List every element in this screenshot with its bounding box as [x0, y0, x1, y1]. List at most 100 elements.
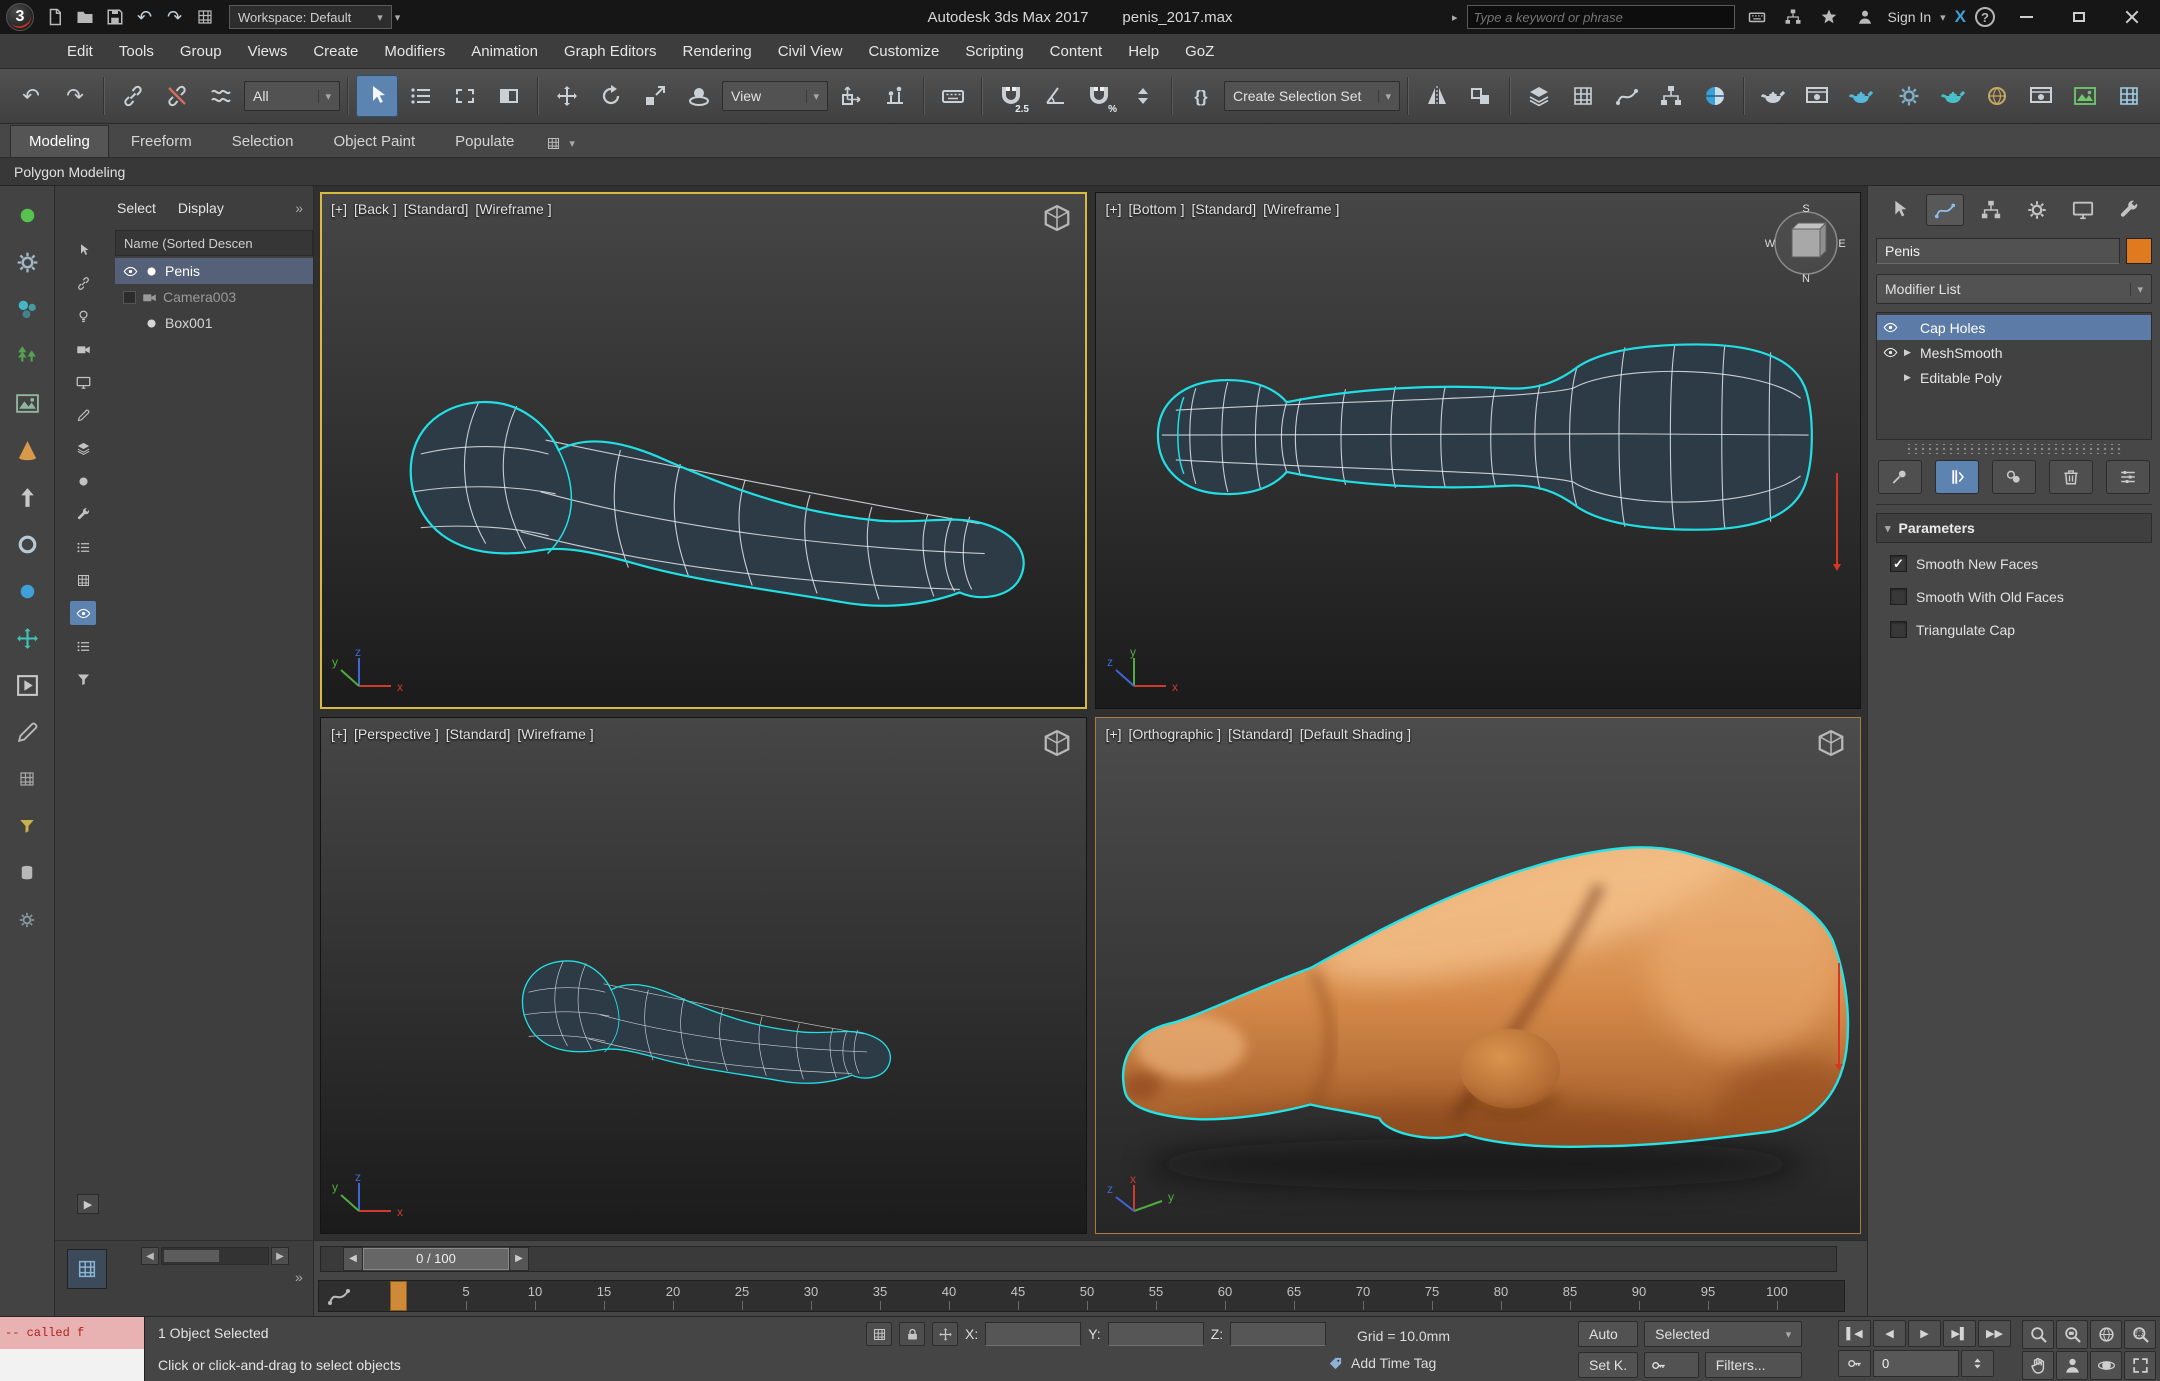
snaps-toggle[interactable]: 2.5	[990, 75, 1032, 117]
zoom-extents-button[interactable]	[2090, 1320, 2122, 1349]
modifier-eye-icon[interactable]	[1883, 345, 1898, 360]
select-and-manipulate-button[interactable]	[874, 75, 916, 117]
viewport-shading-menu[interactable]: [Default Shading ]	[1300, 726, 1411, 742]
modify-tab-icon[interactable]	[1926, 194, 1964, 226]
key-filters-button[interactable]: Filters...	[1704, 1352, 1803, 1378]
next-frame-arrow[interactable]: ▶	[509, 1246, 529, 1271]
tab-freeform[interactable]: Freeform	[113, 126, 210, 157]
rectangular-selection-region-button[interactable]	[444, 75, 486, 117]
maximize-button[interactable]	[2057, 3, 2101, 31]
viewport-shading-menu[interactable]: [Wireframe ]	[1263, 201, 1339, 217]
configure-modifier-sets-button[interactable]	[2106, 460, 2150, 494]
select-and-rotate-button[interactable]	[590, 75, 632, 117]
menu-item[interactable]: Help	[1115, 36, 1172, 67]
grid-pencil-icon[interactable]	[9, 715, 45, 749]
viewport-general-menu[interactable]: [+]	[1106, 201, 1122, 217]
viewcube-mini-icon[interactable]	[1042, 728, 1072, 758]
curve-editor-button[interactable]	[1606, 75, 1648, 117]
viewport-orthographic[interactable]: [+] [Orthographic ] [Standard] [Default …	[1094, 717, 1861, 1234]
checkbox-box[interactable]	[1890, 621, 1907, 638]
keyboard-shortcut-override-toggle[interactable]	[932, 75, 974, 117]
scrollbar-track[interactable]	[161, 1247, 269, 1265]
ribbon-toggle[interactable]	[1562, 75, 1604, 117]
material-editor-button[interactable]	[1694, 75, 1736, 117]
select-and-link-icon[interactable]	[112, 75, 154, 117]
explorer-h-scrollbar[interactable]: ◀ ▶	[141, 1247, 289, 1265]
menu-item[interactable]: Rendering	[669, 36, 764, 67]
sphere-icon[interactable]	[9, 198, 45, 232]
link-icon[interactable]	[70, 271, 96, 295]
zoom-region-button[interactable]	[2124, 1320, 2156, 1349]
scroll-right-icon[interactable]: ▶	[271, 1247, 289, 1265]
spinner-snap-toggle[interactable]	[1122, 75, 1164, 117]
filter-funnel-icon[interactable]	[70, 667, 96, 691]
redo-button[interactable]: ↷	[54, 75, 96, 117]
layer-explorer-toggle[interactable]	[1518, 75, 1560, 117]
monitor-icon[interactable]	[70, 370, 96, 394]
viewport-standard-menu[interactable]: [Standard]	[1192, 201, 1257, 217]
percent-snap-toggle[interactable]: %	[1078, 75, 1120, 117]
menu-item[interactable]: Modifiers	[371, 36, 458, 67]
arrow-up-icon[interactable]	[9, 480, 45, 514]
scene-explorer-grid-icon[interactable]	[67, 1249, 107, 1289]
motion-tab-icon[interactable]	[2018, 194, 2056, 226]
viewport-pov-menu[interactable]: [Perspective ]	[354, 726, 439, 742]
viewport-shading-menu[interactable]: [Wireframe ]	[475, 201, 551, 217]
explorer-row-box001[interactable]: Box001	[115, 310, 313, 336]
make-unique-button[interactable]	[1992, 460, 2036, 494]
move-cross-icon[interactable]	[9, 621, 45, 655]
create-tab-icon[interactable]	[1880, 194, 1918, 226]
workspace-dropdown[interactable]: Workspace: Default ▾	[229, 5, 392, 29]
checkbox-box[interactable]: ✓	[1890, 555, 1907, 572]
maxscript-mini-listener[interactable]: -- called f	[0, 1317, 145, 1381]
menu-item[interactable]: Scripting	[952, 36, 1036, 67]
mini-curve-editor-icon[interactable]	[326, 1284, 352, 1308]
viewport-standard-menu[interactable]: [Standard]	[1228, 726, 1293, 742]
stack-resize-grip[interactable]	[1906, 444, 2122, 454]
explorer-expand-button[interactable]: ▶	[77, 1194, 99, 1214]
viewport-shading-menu[interactable]: [Wireframe ]	[517, 726, 593, 742]
ribbon-config-icon[interactable]	[546, 136, 561, 151]
viewcube[interactable]: S W E N	[1762, 199, 1850, 287]
close-button[interactable]	[2110, 3, 2154, 31]
select-object-button[interactable]	[356, 75, 398, 117]
explorer-tab-display[interactable]: Display	[178, 200, 224, 216]
stack-row-cap-holes[interactable]: Cap Holes	[1877, 315, 2151, 340]
reference-coordinate-dropdown[interactable]: View ▾	[722, 81, 828, 111]
funnel-icon[interactable]	[9, 809, 45, 843]
named-selection-set-dropdown[interactable]: Create Selection Set ▾	[1224, 81, 1400, 111]
align-button[interactable]	[1460, 75, 1502, 117]
exchange-icon[interactable]: X	[1955, 7, 1966, 27]
select-and-scale-button[interactable]	[634, 75, 676, 117]
menu-item[interactable]: Tools	[106, 36, 167, 67]
walk-through-button[interactable]	[2056, 1351, 2088, 1380]
geometry-sphere-icon[interactable]	[70, 469, 96, 493]
viewport-standard-menu[interactable]: [Standard]	[446, 726, 511, 742]
previous-frame-button[interactable]: ◀	[1873, 1320, 1906, 1347]
add-time-tag[interactable]: Add Time Tag	[1328, 1355, 1436, 1371]
checkbox-box[interactable]	[1890, 588, 1907, 605]
layers-icon[interactable]	[70, 436, 96, 460]
isolate-selection-toggle[interactable]	[866, 1322, 892, 1346]
z-coordinate-field[interactable]	[1230, 1322, 1327, 1346]
user-icon[interactable]	[1852, 4, 1879, 30]
minimize-button[interactable]	[2004, 3, 2048, 31]
gear-icon[interactable]	[9, 245, 45, 279]
set-key-button[interactable]: Set K.	[1578, 1352, 1639, 1378]
time-slider-thumb[interactable]: ◀ 0 / 100 ▶	[343, 1246, 529, 1271]
viewport-pov-menu[interactable]: [Back ]	[354, 201, 397, 217]
checkbox-smooth-new-faces[interactable]: ✓ Smooth New Faces	[1890, 555, 2148, 572]
menu-item[interactable]: Create	[300, 36, 371, 67]
explorer-footer-chevron[interactable]: »	[295, 1269, 303, 1285]
rendered-frame-window-button[interactable]	[1796, 75, 1838, 117]
ball-icon[interactable]	[9, 574, 45, 608]
play-button[interactable]: ▶	[1908, 1320, 1941, 1347]
small-grid-icon[interactable]	[9, 762, 45, 796]
utilities-tab-icon[interactable]	[2110, 194, 2148, 226]
track-bar[interactable]: 0510152025303540455055606570758085909510…	[314, 1276, 1867, 1316]
cone-icon[interactable]	[9, 433, 45, 467]
maximize-viewport-toggle[interactable]	[2124, 1351, 2156, 1380]
stack-row-editable-poly[interactable]: ▶ Editable Poly	[1877, 365, 2151, 390]
pan-button[interactable]	[2022, 1351, 2054, 1380]
tab-selection[interactable]: Selection	[214, 126, 312, 157]
